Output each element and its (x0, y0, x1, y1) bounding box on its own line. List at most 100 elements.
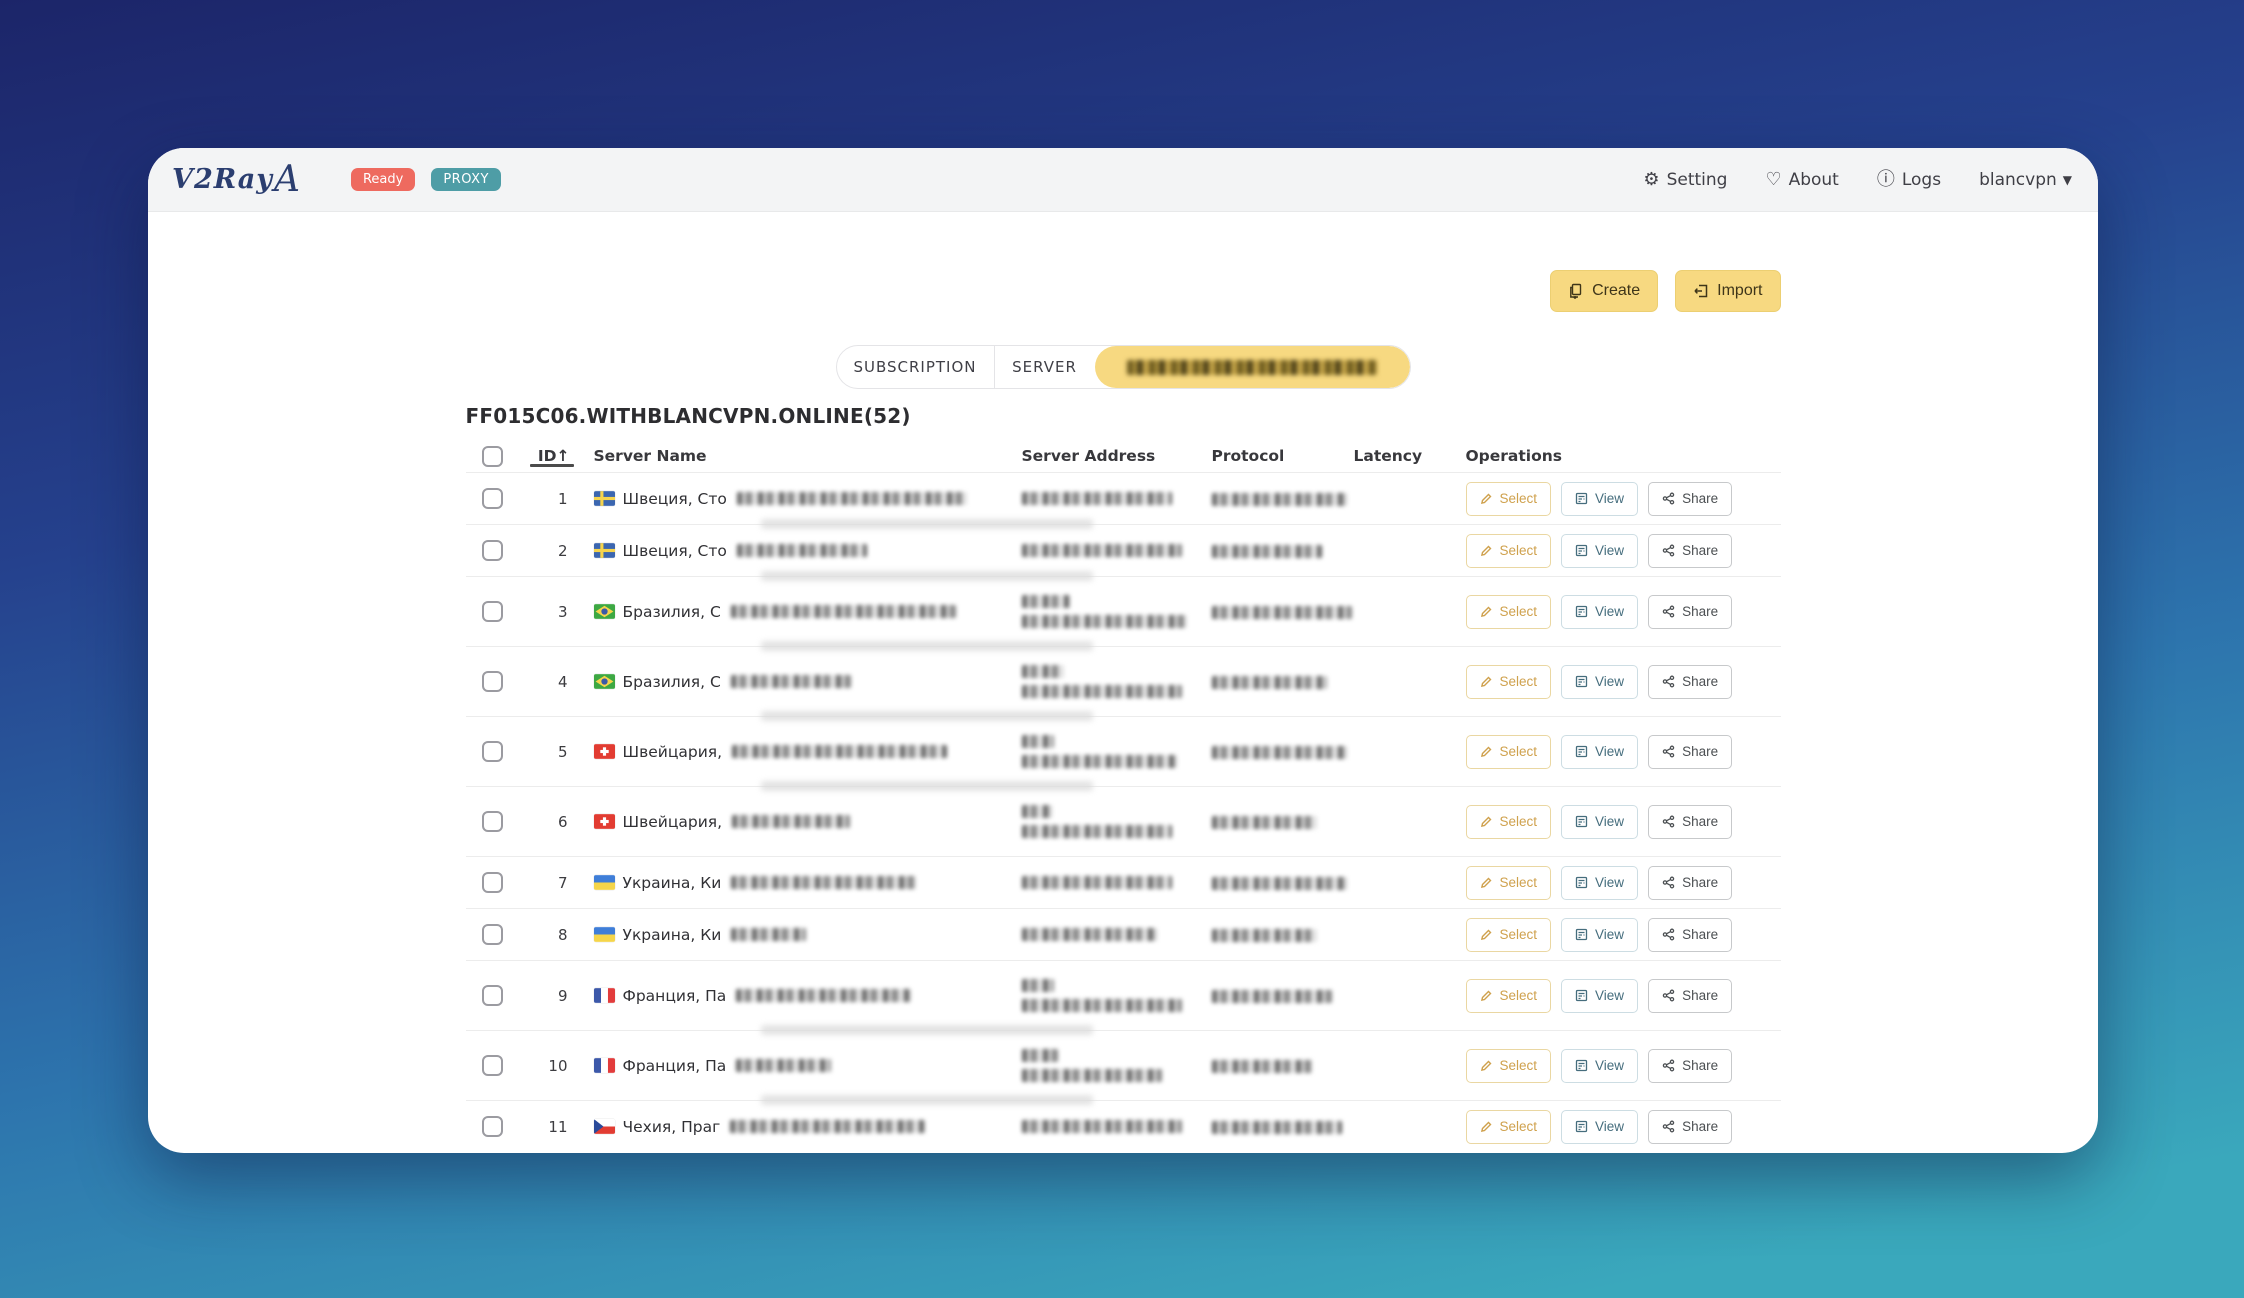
server-name-cell: Украина, Ки (582, 926, 1002, 944)
tabs-row: SUBSCRIPTION SERVER (466, 345, 1781, 389)
view-button[interactable]: View (1561, 979, 1638, 1013)
row-checkbox[interactable] (482, 1116, 503, 1137)
server-name-mask (731, 928, 806, 941)
import-button[interactable]: Import (1675, 270, 1780, 312)
tab-server[interactable]: SERVER (995, 346, 1095, 388)
row-id: 10 (524, 1057, 582, 1075)
view-button[interactable]: View (1561, 1049, 1638, 1083)
server-name-cell: Бразилия, С (582, 673, 1002, 691)
select-button[interactable]: Select (1466, 595, 1552, 629)
row-checkbox[interactable] (482, 985, 503, 1006)
top-navigation: ⚙ Setting ♡ About ⓘ Logs blancvpn ▼ (1643, 170, 2072, 190)
share-button[interactable]: Share (1648, 866, 1732, 900)
protocol-mask (1212, 990, 1332, 1003)
server-name-cell: Швеция, Сто (582, 490, 1002, 508)
row-checkbox[interactable] (482, 671, 503, 692)
document-icon (1575, 745, 1588, 758)
row-id: 5 (524, 743, 582, 761)
server-table-row: 9 Франция, Па Select (466, 960, 1781, 1030)
view-button[interactable]: View (1561, 482, 1638, 516)
user-dropdown[interactable]: blancvpn ▼ (1979, 170, 2072, 190)
share-button[interactable]: Share (1648, 534, 1732, 568)
server-table-row: 8 Украина, Ки Select (466, 908, 1781, 960)
select-button[interactable]: Select (1466, 918, 1552, 952)
share-icon (1662, 1059, 1675, 1072)
server-address-mask (1022, 735, 1054, 748)
view-button[interactable]: View (1561, 595, 1638, 629)
view-button[interactable]: View (1561, 1110, 1638, 1144)
select-button-label: Select (1500, 927, 1538, 942)
row-checkbox[interactable] (482, 924, 503, 945)
nav-about[interactable]: ♡ About (1765, 170, 1838, 190)
select-button[interactable]: Select (1466, 979, 1552, 1013)
operations-cell: Select View Share (1446, 595, 1781, 629)
row-checkbox[interactable] (482, 811, 503, 832)
share-button[interactable]: Share (1648, 1049, 1732, 1083)
select-button[interactable]: Select (1466, 482, 1552, 516)
select-button[interactable]: Select (1466, 866, 1552, 900)
protocol-cell (1192, 925, 1354, 944)
share-button[interactable]: Share (1648, 482, 1732, 516)
share-button[interactable]: Share (1648, 1110, 1732, 1144)
server-table-row: 11 Чехия, Праг Select (466, 1100, 1781, 1152)
select-button[interactable]: Select (1466, 735, 1552, 769)
select-button[interactable]: Select (1466, 534, 1552, 568)
column-header-id[interactable]: ID↑ (524, 447, 582, 465)
row-checkbox[interactable] (482, 488, 503, 509)
top-bar: V2RayA Ready PROXY ⚙ Setting ♡ About ⓘ L… (148, 148, 2098, 212)
server-name-mask (736, 1059, 831, 1072)
share-button[interactable]: Share (1648, 918, 1732, 952)
share-button[interactable]: Share (1648, 595, 1732, 629)
tab-subscription[interactable]: SUBSCRIPTION (837, 346, 995, 388)
protocol-cell (1192, 742, 1354, 761)
nav-setting[interactable]: ⚙ Setting (1643, 170, 1727, 190)
server-name-cell: Швеция, Сто (582, 542, 1002, 560)
view-button[interactable]: View (1561, 805, 1638, 839)
row-checkbox[interactable] (482, 540, 503, 561)
nav-about-label: About (1789, 170, 1839, 190)
heart-icon: ♡ (1765, 171, 1781, 189)
chevron-down-icon: ▼ (2063, 173, 2072, 187)
row-checkbox[interactable] (482, 741, 503, 762)
view-button[interactable]: View (1561, 534, 1638, 568)
server-name-mask (736, 989, 911, 1002)
row-checkbox[interactable] (482, 1055, 503, 1076)
view-button[interactable]: View (1561, 918, 1638, 952)
share-button[interactable]: Share (1648, 665, 1732, 699)
select-button[interactable]: Select (1466, 1110, 1552, 1144)
view-button[interactable]: View (1561, 665, 1638, 699)
server-name-mask (737, 492, 967, 505)
view-button[interactable]: View (1561, 866, 1638, 900)
view-button-label: View (1595, 674, 1624, 689)
select-button[interactable]: Select (1466, 665, 1552, 699)
operations-cell: Select View Share (1446, 1110, 1781, 1144)
view-button-label: View (1595, 491, 1624, 506)
protocol-mask (1212, 1121, 1342, 1134)
operations-cell: Select View Share (1446, 918, 1781, 952)
server-name-cell: Швейцария, (582, 743, 1002, 761)
share-button[interactable]: Share (1648, 979, 1732, 1013)
row-checkbox[interactable] (482, 872, 503, 893)
share-button[interactable]: Share (1648, 805, 1732, 839)
share-icon (1662, 1120, 1675, 1133)
server-name-prefix: Франция, Па (623, 987, 727, 1005)
share-button[interactable]: Share (1648, 735, 1732, 769)
proxy-mode-badge[interactable]: PROXY (431, 168, 501, 191)
select-all-checkbox[interactable] (482, 446, 503, 467)
redaction-smudge (761, 571, 1093, 581)
nav-logs[interactable]: ⓘ Logs (1877, 170, 1941, 190)
create-button[interactable]: Create (1550, 270, 1658, 312)
redaction-smudge (761, 781, 1093, 791)
row-checkbox[interactable] (482, 601, 503, 622)
select-button[interactable]: Select (1466, 1049, 1552, 1083)
view-button[interactable]: View (1561, 735, 1638, 769)
protocol-mask (1212, 816, 1317, 829)
share-button-label: Share (1682, 988, 1718, 1003)
operations-cell: Select View Share (1446, 866, 1781, 900)
logo-last-letter: A (274, 159, 301, 200)
share-icon (1662, 675, 1675, 688)
flag-cz-icon (594, 1119, 615, 1134)
server-address-cell (1002, 492, 1192, 505)
select-button[interactable]: Select (1466, 805, 1552, 839)
tab-active-subscription[interactable] (1095, 346, 1410, 388)
